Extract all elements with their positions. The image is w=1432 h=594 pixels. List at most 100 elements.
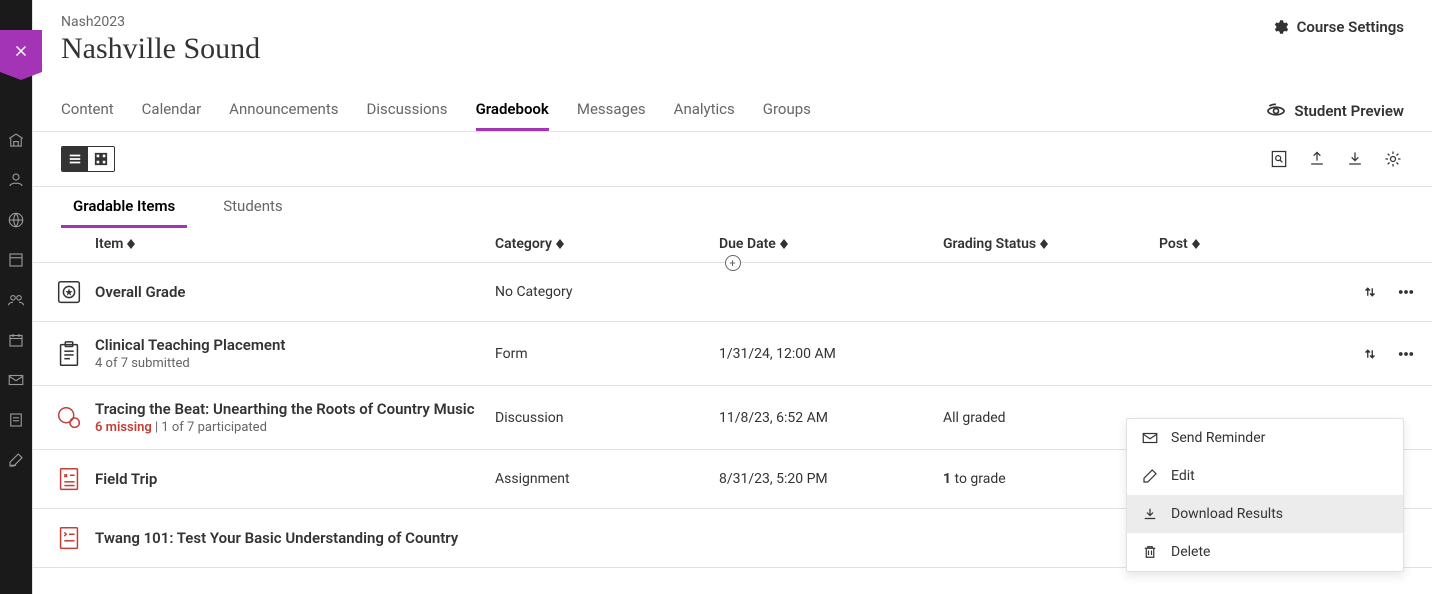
col-header-post-label: Post [1159,236,1188,252]
item-category: Assignment [495,471,719,487]
grid-view-button[interactable] [88,147,114,171]
context-send-reminder[interactable]: Send Reminder [1127,419,1403,457]
more-button[interactable] [1397,283,1415,301]
mail-icon [1141,429,1159,447]
gradebook-sub-tabs: Gradable Items Students [33,187,1432,228]
table-row[interactable]: Overall GradeNo Category [33,263,1432,322]
form-icon [33,339,95,369]
course-code: Nash2023 [61,14,260,30]
gear-icon [1271,18,1289,36]
list-icon [68,152,82,166]
sort-icon [780,239,788,249]
item-category: Form [495,346,719,362]
item-name-cell: Overall Grade [95,283,495,301]
assignment-icon [33,464,95,494]
nav-tabs: Content Calendar Announcements Discussio… [33,90,1432,132]
col-header-status[interactable]: Grading Status [943,236,1159,252]
view-toggle [61,146,115,172]
tab-content[interactable]: Content [61,90,114,131]
tab-groups[interactable]: Groups [763,90,811,131]
col-header-due[interactable]: Due Date [719,236,943,252]
item-name-cell: Tracing the Beat: Unearthing the Roots o… [95,400,495,435]
gear-icon [1383,149,1403,169]
search-page-icon [1269,149,1289,169]
sort-icon [1192,239,1200,249]
context-download-results[interactable]: Download Results [1127,495,1403,533]
move-button[interactable] [1361,345,1379,363]
item-title: Tracing the Beat: Unearthing the Roots o… [95,400,495,418]
upload-button[interactable] [1306,148,1328,170]
download-button[interactable] [1344,148,1366,170]
list-view-button[interactable] [62,147,88,171]
sub-tab-gradable-items[interactable]: Gradable Items [61,187,187,228]
item-name-cell: Clinical Teaching Placement 4 of 7 submit… [95,336,495,371]
col-header-due-label: Due Date [719,236,776,252]
col-header-post[interactable]: Post [1159,236,1319,252]
rail-courses-icon[interactable] [6,250,26,270]
item-actions [1319,283,1432,301]
test-icon [33,523,95,553]
course-settings-label: Course Settings [1297,18,1404,36]
download-icon [1345,149,1365,169]
item-subtitle: 6 missing | 1 of 7 participated [95,420,495,435]
rail-calendar-icon[interactable] [6,330,26,350]
table-header: Item Category Due Date Grading Status Po… [33,228,1432,263]
context-delete-label: Delete [1171,544,1210,560]
search-button[interactable] [1268,148,1290,170]
settings-button[interactable] [1382,148,1404,170]
student-preview-button[interactable]: Student Preview [1266,101,1404,121]
sort-icon [556,239,564,249]
preview-icon [1266,101,1286,121]
grid-icon [94,152,108,166]
grade-icon [33,277,95,307]
tab-analytics[interactable]: Analytics [674,90,735,131]
item-category: No Category [495,284,719,300]
item-due-date: 11/8/23, 6:52 AM [719,410,943,426]
rail-edit-icon[interactable] [6,450,26,470]
student-preview-label: Student Preview [1294,102,1404,120]
item-name-cell: Field Trip [95,470,495,488]
item-title: Clinical Teaching Placement [95,336,495,354]
discussion-icon [33,403,95,433]
col-header-item-label: Item [95,236,123,252]
rail-profile-icon[interactable] [6,170,26,190]
tab-messages[interactable]: Messages [577,90,646,131]
add-item-button[interactable]: + [725,255,741,271]
item-category: Discussion [495,410,719,426]
upload-icon [1307,149,1327,169]
rail-institution-icon[interactable] [6,130,26,150]
context-edit-label: Edit [1171,468,1195,484]
pencil-icon [1141,467,1159,485]
more-button[interactable] [1397,345,1415,363]
download-icon [1141,505,1159,523]
col-header-item[interactable]: Item [95,236,495,252]
tab-gradebook[interactable]: Gradebook [476,90,549,131]
close-panel-button[interactable] [0,30,42,72]
context-edit[interactable]: Edit [1127,457,1403,495]
item-subtitle: 4 of 7 submitted [95,356,495,371]
course-title: Nashville Sound [61,32,260,66]
tab-announcements[interactable]: Announcements [229,90,338,131]
nav-rail [0,0,32,594]
trash-icon [1141,543,1159,561]
rail-grades-icon[interactable] [6,410,26,430]
row-context-menu: Send Reminder Edit Download Results Dele… [1126,418,1404,572]
item-title: Field Trip [95,470,495,488]
col-header-category[interactable]: Category [495,236,719,252]
rail-groups-icon[interactable] [6,290,26,310]
move-button[interactable] [1361,283,1379,301]
context-delete[interactable]: Delete [1127,533,1403,571]
context-send-reminder-label: Send Reminder [1171,430,1265,446]
col-header-status-label: Grading Status [943,236,1036,252]
table-row[interactable]: Clinical Teaching Placement 4 of 7 submit… [33,322,1432,386]
item-title: Overall Grade [95,283,495,301]
rail-globe-icon[interactable] [6,210,26,230]
tab-calendar[interactable]: Calendar [142,90,202,131]
course-header: Nash2023 Nashville Sound Course Settings [33,0,1432,78]
course-settings-button[interactable]: Course Settings [1271,14,1404,36]
sub-tab-students[interactable]: Students [211,187,294,228]
col-header-category-label: Category [495,236,552,252]
tab-discussions[interactable]: Discussions [366,90,447,131]
rail-messages-icon[interactable] [6,370,26,390]
sort-icon [127,239,135,249]
